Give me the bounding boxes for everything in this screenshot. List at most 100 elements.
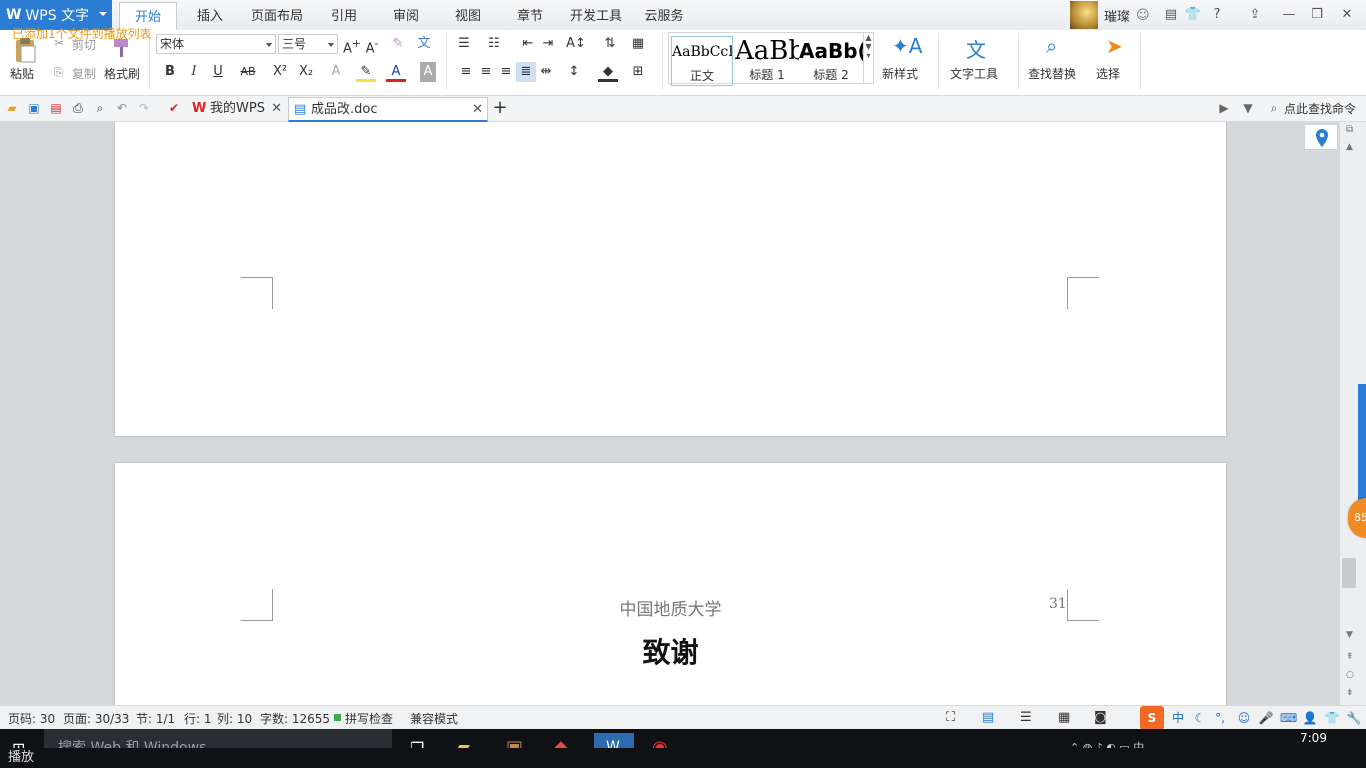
pin-icon[interactable]: ✔ (166, 100, 182, 116)
ime-voice-icon[interactable]: 🎤 (1258, 710, 1274, 726)
location-button[interactable] (1304, 124, 1338, 150)
align-left-icon[interactable]: ≡ (456, 62, 476, 82)
shirt-icon[interactable]: 👕 (1184, 6, 1202, 24)
text-direction-icon[interactable]: A↕ (566, 34, 586, 54)
open-folder-icon[interactable]: ▰ (4, 100, 20, 116)
line-spacing-icon[interactable]: ↕ (564, 62, 584, 82)
align-right-icon[interactable]: ≡ (496, 62, 516, 82)
select-browse-icon[interactable]: ○ (1346, 670, 1354, 680)
avatar[interactable] (1070, 1, 1098, 29)
status-section[interactable]: 节: 1/1 (136, 710, 175, 727)
side-panel-toggle[interactable] (1358, 384, 1366, 504)
status-row[interactable]: 行: 1 (184, 710, 212, 727)
ime-punctuation-icon[interactable]: °, (1212, 710, 1228, 726)
undo-icon[interactable]: ↶ (114, 100, 130, 116)
user-area[interactable]: 璀璨 ☺ (1070, 0, 1150, 30)
ime-keyboard-icon[interactable]: ⌨ (1280, 710, 1297, 726)
increase-indent-icon[interactable]: ⇥ (538, 34, 558, 54)
page-number[interactable]: 31 (1049, 596, 1067, 612)
copy-icon[interactable]: ⎘ (54, 65, 64, 80)
scroll-thumb[interactable] (1342, 558, 1356, 588)
inbox-icon[interactable]: ▼ (1240, 100, 1256, 116)
ime-user-icon[interactable]: 👤 (1302, 710, 1318, 726)
print-preview-icon[interactable]: ⌕ (92, 100, 108, 116)
page-previous[interactable] (115, 122, 1226, 436)
tab-page-layout[interactable]: 页面布局 (248, 0, 306, 30)
paste-label[interactable]: 粘贴 (10, 65, 34, 82)
help-icon[interactable]: ? (1208, 6, 1226, 24)
align-center-icon[interactable]: ≡ (476, 62, 496, 82)
new-style-icon[interactable]: ✦A (892, 34, 922, 58)
tab-review[interactable]: 审阅 (384, 0, 428, 30)
split-icon[interactable]: ⧉ (1346, 124, 1353, 135)
search-icon[interactable]: ⌕ (1266, 100, 1282, 116)
tab-cloud[interactable]: 云服务 (640, 0, 688, 30)
outline-view-icon[interactable]: ☰ (1020, 710, 1032, 725)
restore-icon[interactable]: ❐ (1308, 6, 1326, 24)
pdf-icon[interactable]: ▤ (48, 100, 64, 116)
italic-icon[interactable]: I (184, 62, 204, 82)
ime-emoji-icon[interactable]: ☺ (1236, 710, 1252, 726)
ime-tools-icon[interactable]: 🔧 (1346, 710, 1362, 726)
font-size-select[interactable]: 三号 (278, 34, 338, 54)
char-shading-icon[interactable]: A (420, 62, 436, 82)
style-heading-1[interactable]: AaBb 标题 1 (735, 36, 799, 86)
clear-format-icon[interactable]: ✎ (388, 34, 408, 54)
grow-font-icon[interactable]: A+ (342, 34, 362, 56)
style-heading-2[interactable]: AaBb( 标题 2 (799, 36, 863, 86)
tab-developer[interactable]: 开发工具 (566, 0, 626, 30)
scroll-up-icon[interactable]: ▲ (1346, 142, 1353, 152)
select-button[interactable]: 选择 (1096, 65, 1120, 82)
upload-icon[interactable]: ⇪ (1246, 6, 1264, 24)
ime-skin-icon[interactable]: 👕 (1324, 710, 1340, 726)
prev-page-icon[interactable]: ⇞ (1346, 652, 1354, 662)
bullet-list-icon[interactable]: ☰ (454, 34, 474, 54)
close-icon[interactable]: ✕ (1338, 6, 1356, 24)
tab-view[interactable]: 视图 (446, 0, 490, 30)
ime-chinese-icon[interactable]: 中 (1170, 710, 1186, 726)
web-view-icon[interactable]: ▦ (1058, 710, 1070, 725)
borders-icon[interactable]: ⊞ (628, 62, 648, 82)
text-tools-button[interactable]: 文字工具 (950, 65, 998, 82)
doc-tab-document[interactable]: ▤ 成品改.doc ✕ (288, 97, 488, 122)
shading-icon[interactable]: ◆ (598, 62, 618, 82)
vertical-scrollbar[interactable]: ⧉ ▲ ▼ ⇞ ○ ⇟ (1340, 122, 1366, 705)
close-icon[interactable]: ✕ (472, 98, 483, 122)
eye-protect-icon[interactable]: ◙ (1094, 710, 1107, 725)
sort-icon[interactable]: ⇅ (600, 34, 620, 54)
command-search-input[interactable]: 点此查找命令 (1284, 100, 1356, 117)
new-tab-icon[interactable]: + (492, 99, 508, 117)
status-word-count[interactable]: 字数: 12655 (260, 710, 330, 727)
sogou-ime-icon[interactable]: S (1140, 706, 1164, 730)
numbered-list-icon[interactable]: ☷ (484, 34, 504, 54)
text-effect-icon[interactable]: A (326, 62, 346, 82)
decrease-indent-icon[interactable]: ⇤ (518, 34, 538, 54)
section-heading[interactable]: 致谢 (115, 631, 1226, 671)
format-painter-label[interactable]: 格式刷 (104, 65, 140, 82)
subscript-icon[interactable]: X₂ (296, 62, 316, 82)
page-view-icon[interactable]: ▤ (982, 710, 994, 725)
save-icon[interactable]: ▣ (26, 100, 42, 116)
tab-chapter[interactable]: 章节 (508, 0, 552, 30)
document-area[interactable]: 中国地质大学 31 致谢 (0, 122, 1340, 705)
status-col[interactable]: 列: 10 (217, 710, 252, 727)
page-current[interactable]: 中国地质大学 31 致谢 (115, 463, 1226, 705)
distribute-icon[interactable]: ⇹ (536, 62, 556, 82)
tab-references[interactable]: 引用 (322, 0, 366, 30)
font-color-icon[interactable]: A (386, 62, 406, 82)
bold-icon[interactable]: B (160, 62, 180, 82)
status-page-code[interactable]: 页码: 30 (8, 710, 55, 727)
redo-icon[interactable]: ↷ (136, 100, 152, 116)
skin-icon[interactable]: ▤ (1162, 6, 1180, 24)
find-replace-icon[interactable]: ⌕ (1046, 34, 1057, 58)
select-cursor-icon[interactable]: ➤ (1106, 34, 1123, 58)
next-page-icon[interactable]: ⇟ (1346, 688, 1354, 698)
scroll-down-icon[interactable]: ▼ (1346, 630, 1353, 640)
font-name-select[interactable]: 宋体 (156, 34, 276, 54)
text-tools-icon[interactable]: 文 (966, 34, 986, 63)
status-face-icon[interactable]: ☺ (1136, 8, 1150, 23)
highlight-icon[interactable]: ✎ (356, 62, 376, 82)
ime-moon-icon[interactable]: ☾ (1192, 710, 1208, 726)
copy-label[interactable]: 复制 (72, 65, 96, 82)
share-icon[interactable]: ▶ (1216, 100, 1232, 116)
